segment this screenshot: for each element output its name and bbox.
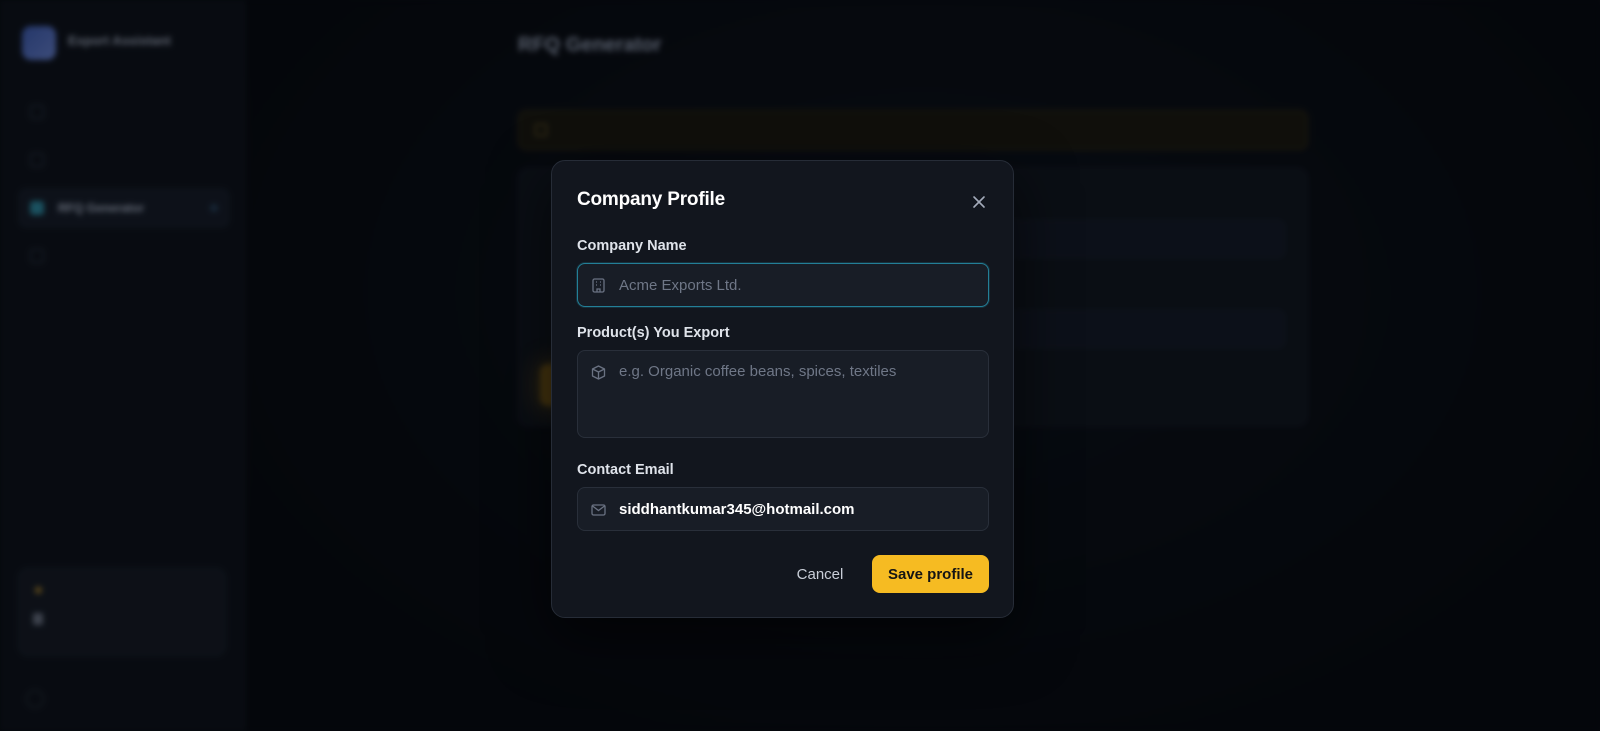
close-icon — [973, 196, 985, 208]
modal-title: Company Profile — [577, 189, 725, 210]
app-root: Export Assistant RFQ Generator ★ RFQ Gen… — [0, 0, 1600, 731]
close-button[interactable] — [966, 189, 992, 215]
mail-icon — [590, 501, 607, 518]
contact-email-field[interactable] — [577, 487, 989, 531]
save-profile-button[interactable]: Save profile — [872, 555, 989, 593]
cancel-button[interactable]: Cancel — [782, 555, 858, 593]
products-field[interactable] — [577, 350, 989, 438]
company-name-field[interactable] — [577, 263, 989, 307]
products-label: Product(s) You Export — [577, 325, 730, 341]
building-icon — [590, 277, 607, 294]
contact-email-label: Contact Email — [577, 462, 674, 478]
company-profile-modal: Company Profile Company Name Product(s) … — [551, 160, 1014, 618]
company-name-label: Company Name — [577, 238, 687, 254]
company-name-input[interactable] — [619, 264, 976, 306]
package-icon — [590, 364, 607, 381]
contact-email-input[interactable] — [619, 488, 976, 530]
products-textarea[interactable] — [619, 362, 976, 422]
